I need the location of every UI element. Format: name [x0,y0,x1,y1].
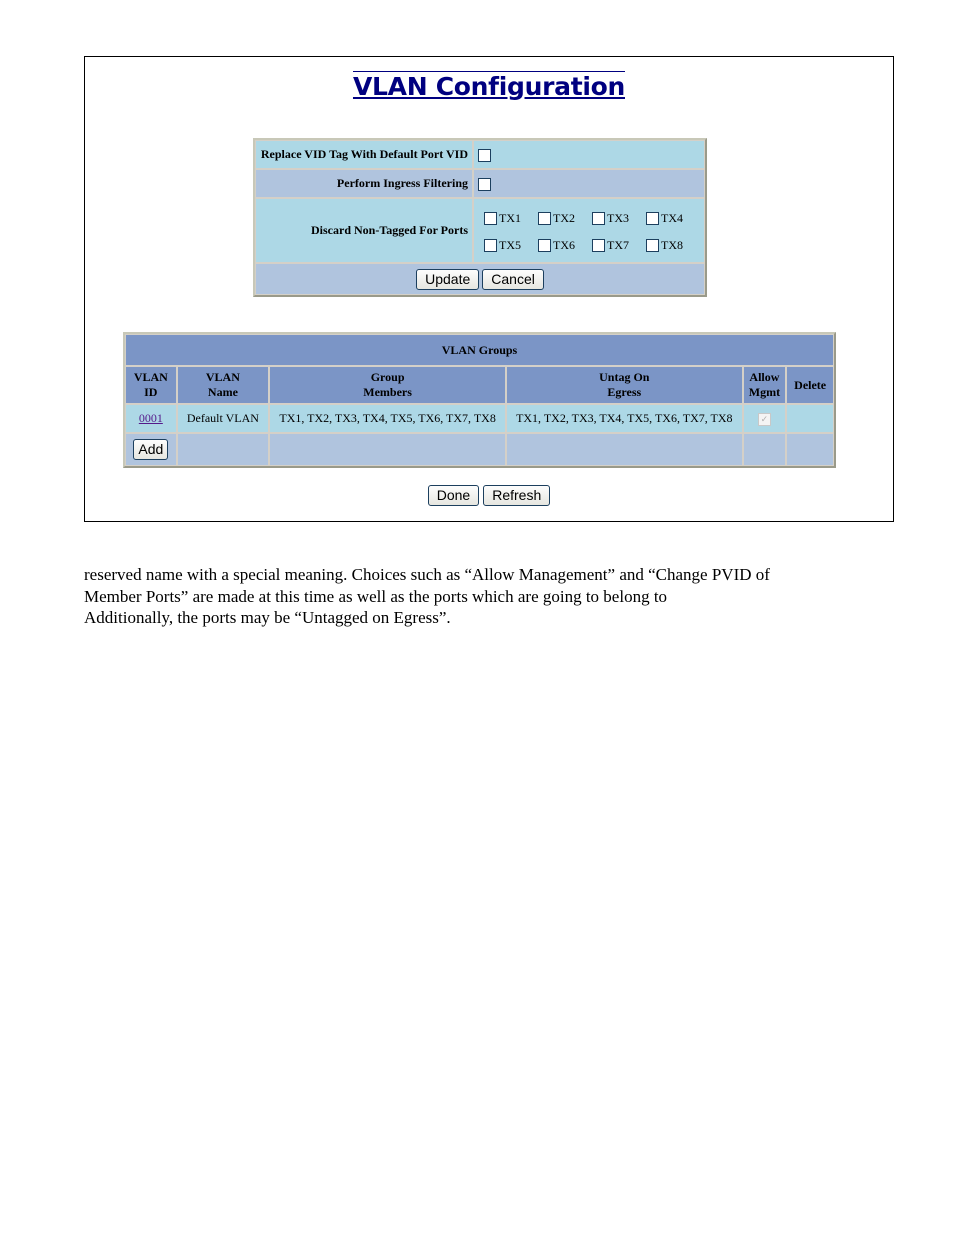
port-label: TX6 [553,237,575,252]
paragraph-line: Additionally, the ports may be “Untagged… [84,608,451,627]
empty-cell [506,433,743,466]
port-tx5-checkbox[interactable] [484,238,497,252]
port-tx7-checkbox[interactable] [592,238,605,252]
port-label: TX7 [607,237,629,252]
col-group-members: Group Members [269,366,507,404]
untag-on-egress-cell: TX1, TX2, TX3, TX4, TX5, TX6, TX7, TX8 [506,404,743,433]
empty-cell [269,433,507,466]
document-paragraph: reserved name with a special meaning. Ch… [84,564,864,629]
port-tx8[interactable]: TX8 [646,238,700,253]
group-members-cell: TX1, TX2, TX3, TX4, TX5, TX6, TX7, TX8 [269,404,507,433]
port-tx5[interactable]: TX5 [484,238,538,253]
port-tx6-checkbox[interactable] [538,238,551,252]
cancel-button[interactable]: Cancel [482,268,544,290]
col-vlan-name: VLAN Name [176,366,270,404]
port-tx6[interactable]: TX6 [538,238,592,253]
empty-cell [786,433,834,466]
done-button[interactable]: Done [427,485,480,506]
page-title: VLAN Configuration [352,71,625,101]
col-untag-on-egress: Untag On Egress [506,366,743,404]
table-row: 0001 Default VLAN TX1, TX2, TX3, TX4, TX… [125,404,834,433]
port-label: TX4 [661,210,683,225]
port-tx4[interactable]: TX4 [646,211,700,226]
empty-cell [742,433,787,466]
port-label: TX1 [499,210,521,225]
allow-mgmt-checkbox: ✓ [757,413,771,426]
ingress-filtering-checkbox[interactable] [478,177,491,191]
port-label: TX5 [499,237,521,252]
empty-cell [176,433,270,466]
delete-cell [786,404,834,433]
add-vlan-button[interactable]: Add [133,439,169,460]
port-label: TX3 [607,210,629,225]
col-allow-mgmt: Allow Mgmt [742,366,787,404]
port-tx2-checkbox[interactable] [538,211,551,225]
port-tx3-checkbox[interactable] [592,211,605,225]
port-tx8-checkbox[interactable] [646,238,659,252]
vlan-config-panel: VLAN Configuration Replace VID Tag With … [84,56,894,522]
discard-non-tagged-label: Discard Non-Tagged For Ports [255,198,473,263]
discard-ports-group: TX1 TX2 TX3 TX4 TX5 TX6 TX7 TX8 [478,205,700,257]
update-button[interactable]: Update [416,268,480,290]
replace-vid-checkbox[interactable] [478,148,491,162]
refresh-button[interactable]: Refresh [483,485,551,506]
port-label: TX2 [553,210,575,225]
port-label: TX8 [661,237,683,252]
port-tx7[interactable]: TX7 [592,238,646,253]
paragraph-line: reserved name with a special meaning. Ch… [84,565,770,584]
port-tx2[interactable]: TX2 [538,211,592,226]
col-vlan-id: VLAN ID [125,366,177,404]
port-tx3[interactable]: TX3 [592,211,646,226]
replace-vid-label: Replace VID Tag With Default Port VID [255,140,473,169]
ingress-filtering-label: Perform Ingress Filtering [255,169,473,198]
vlan-id-link[interactable]: 0001 [139,411,163,425]
port-tx4-checkbox[interactable] [646,211,659,225]
footer-buttons: Done Refresh [85,485,893,506]
paragraph-line: Member Ports” are made at this time as w… [84,586,668,606]
vlan-settings-table: Replace VID Tag With Default Port VID Pe… [253,138,707,297]
vlan-groups-title: VLAN Groups [125,334,834,366]
vlan-groups-table: VLAN Groups VLAN ID VLAN Name Group Members… [123,332,836,468]
col-delete: Delete [786,366,834,404]
port-tx1-checkbox[interactable] [484,211,497,225]
vlan-name-cell: Default VLAN [176,404,270,433]
port-tx1[interactable]: TX1 [484,211,538,226]
